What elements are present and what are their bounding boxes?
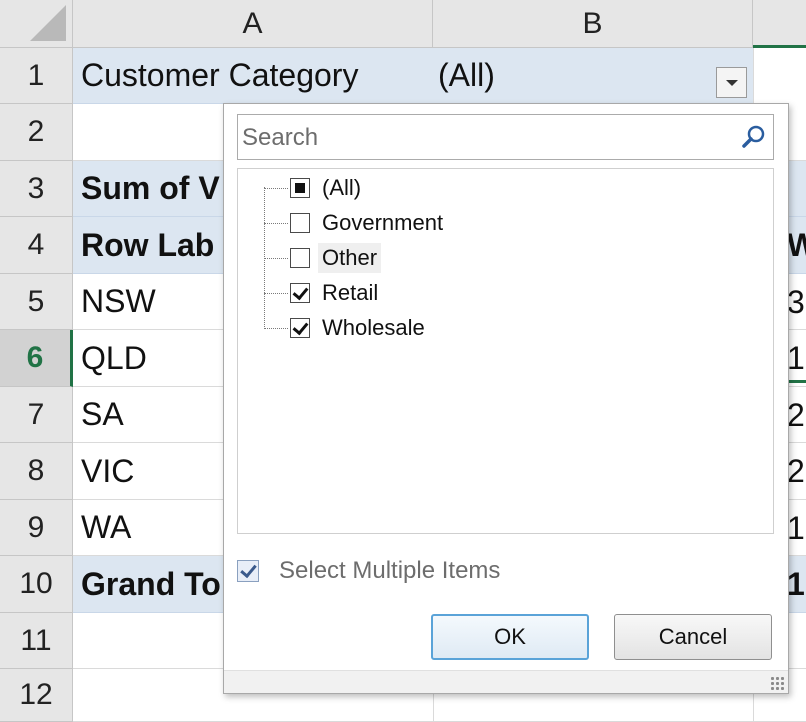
filter-item-checkbox[interactable] [290, 248, 310, 268]
select-all-triangle-icon [30, 5, 66, 41]
row-header-4[interactable]: 4 [0, 217, 73, 274]
filter-item-retail[interactable]: Retail [264, 276, 382, 310]
region-cell[interactable]: WA [81, 500, 131, 555]
value-fragment[interactable]: 3 [787, 274, 805, 330]
filter-items-list: (All) Government Other Retail Wholesale [237, 168, 774, 534]
filter-item-checkbox[interactable] [290, 283, 310, 303]
tree-connector [264, 327, 288, 329]
row-header-10[interactable]: 10 [0, 556, 73, 613]
row-header-8[interactable]: 8 [0, 443, 73, 500]
filter-popup: (All) Government Other Retail Wholesale … [223, 103, 789, 694]
region-cell[interactable]: VIC [81, 443, 134, 499]
cancel-button[interactable]: Cancel [614, 614, 772, 660]
filter-item-label: Government [322, 210, 444, 235]
filter-item-government[interactable]: Government [264, 206, 447, 240]
row-header-5[interactable]: 5 [0, 274, 73, 330]
value-fragment[interactable]: 2 [787, 443, 805, 499]
filter-item-other[interactable]: Other [264, 241, 382, 275]
column-header-a[interactable]: A [73, 0, 433, 48]
row-header-3[interactable]: 3 [0, 161, 73, 217]
active-cell-border [787, 380, 806, 383]
row-header-12[interactable]: 12 [0, 669, 73, 722]
value-fragment[interactable]: 1 [787, 330, 805, 386]
column-c-header-fragment[interactable]: Wi [787, 217, 806, 273]
filter-item-checkbox[interactable] [290, 318, 310, 338]
search-input[interactable] [240, 117, 734, 159]
select-multiple-label: Select Multiple Items [279, 557, 501, 584]
filter-item-label: (All) [322, 175, 362, 200]
filter-field-label[interactable]: Customer Category [81, 48, 358, 103]
grand-total-label[interactable]: Grand To [81, 556, 221, 612]
filter-item-checkbox[interactable] [290, 178, 310, 198]
column-header-c[interactable] [753, 0, 806, 48]
row-header-1[interactable]: 1 [0, 48, 73, 104]
sum-of-values-header[interactable]: Sum of V [81, 161, 220, 216]
tree-connector [264, 257, 288, 259]
filter-item-wholesale[interactable]: Wholesale [264, 311, 429, 345]
column-header-b[interactable]: B [433, 0, 753, 48]
filter-item-label: Other [318, 243, 382, 273]
filter-item-label: Wholesale [322, 315, 425, 340]
select-multiple-items-option[interactable]: Select Multiple Items [237, 556, 500, 586]
row-labels-header[interactable]: Row Lab [81, 217, 214, 273]
tree-connector [264, 292, 288, 294]
tree-connector [264, 222, 288, 224]
filter-dropdown-button[interactable] [716, 67, 747, 98]
resize-grip-icon[interactable] [770, 676, 784, 690]
row-header-11[interactable]: 11 [0, 613, 73, 669]
row-header-7[interactable]: 7 [0, 387, 73, 443]
filter-item-all[interactable]: (All) [264, 171, 365, 205]
value-fragment[interactable]: 2 [787, 387, 805, 443]
region-cell[interactable]: SA [81, 387, 124, 442]
select-multiple-checkbox[interactable] [237, 560, 259, 582]
search-box [237, 114, 774, 160]
row-header-2[interactable]: 2 [0, 104, 73, 161]
filter-field-value[interactable]: (All) [438, 48, 495, 103]
region-cell[interactable]: NSW [81, 274, 156, 329]
region-cell[interactable]: QLD [81, 330, 147, 386]
tree-connector [264, 187, 288, 189]
grand-total-fragment[interactable]: 1 [787, 556, 805, 612]
filter-row: Customer Category (All) [73, 48, 753, 104]
popup-resize-bar [224, 670, 788, 693]
search-icon[interactable] [739, 122, 769, 152]
row-header-6[interactable]: 6 [0, 330, 73, 387]
chevron-down-icon [726, 80, 738, 86]
filter-item-checkbox[interactable] [290, 213, 310, 233]
filter-item-label: Retail [322, 280, 379, 305]
select-all-corner[interactable] [0, 0, 73, 48]
ok-button[interactable]: OK [431, 614, 589, 660]
value-fragment[interactable]: 1 [787, 500, 805, 556]
row-header-9[interactable]: 9 [0, 500, 73, 556]
